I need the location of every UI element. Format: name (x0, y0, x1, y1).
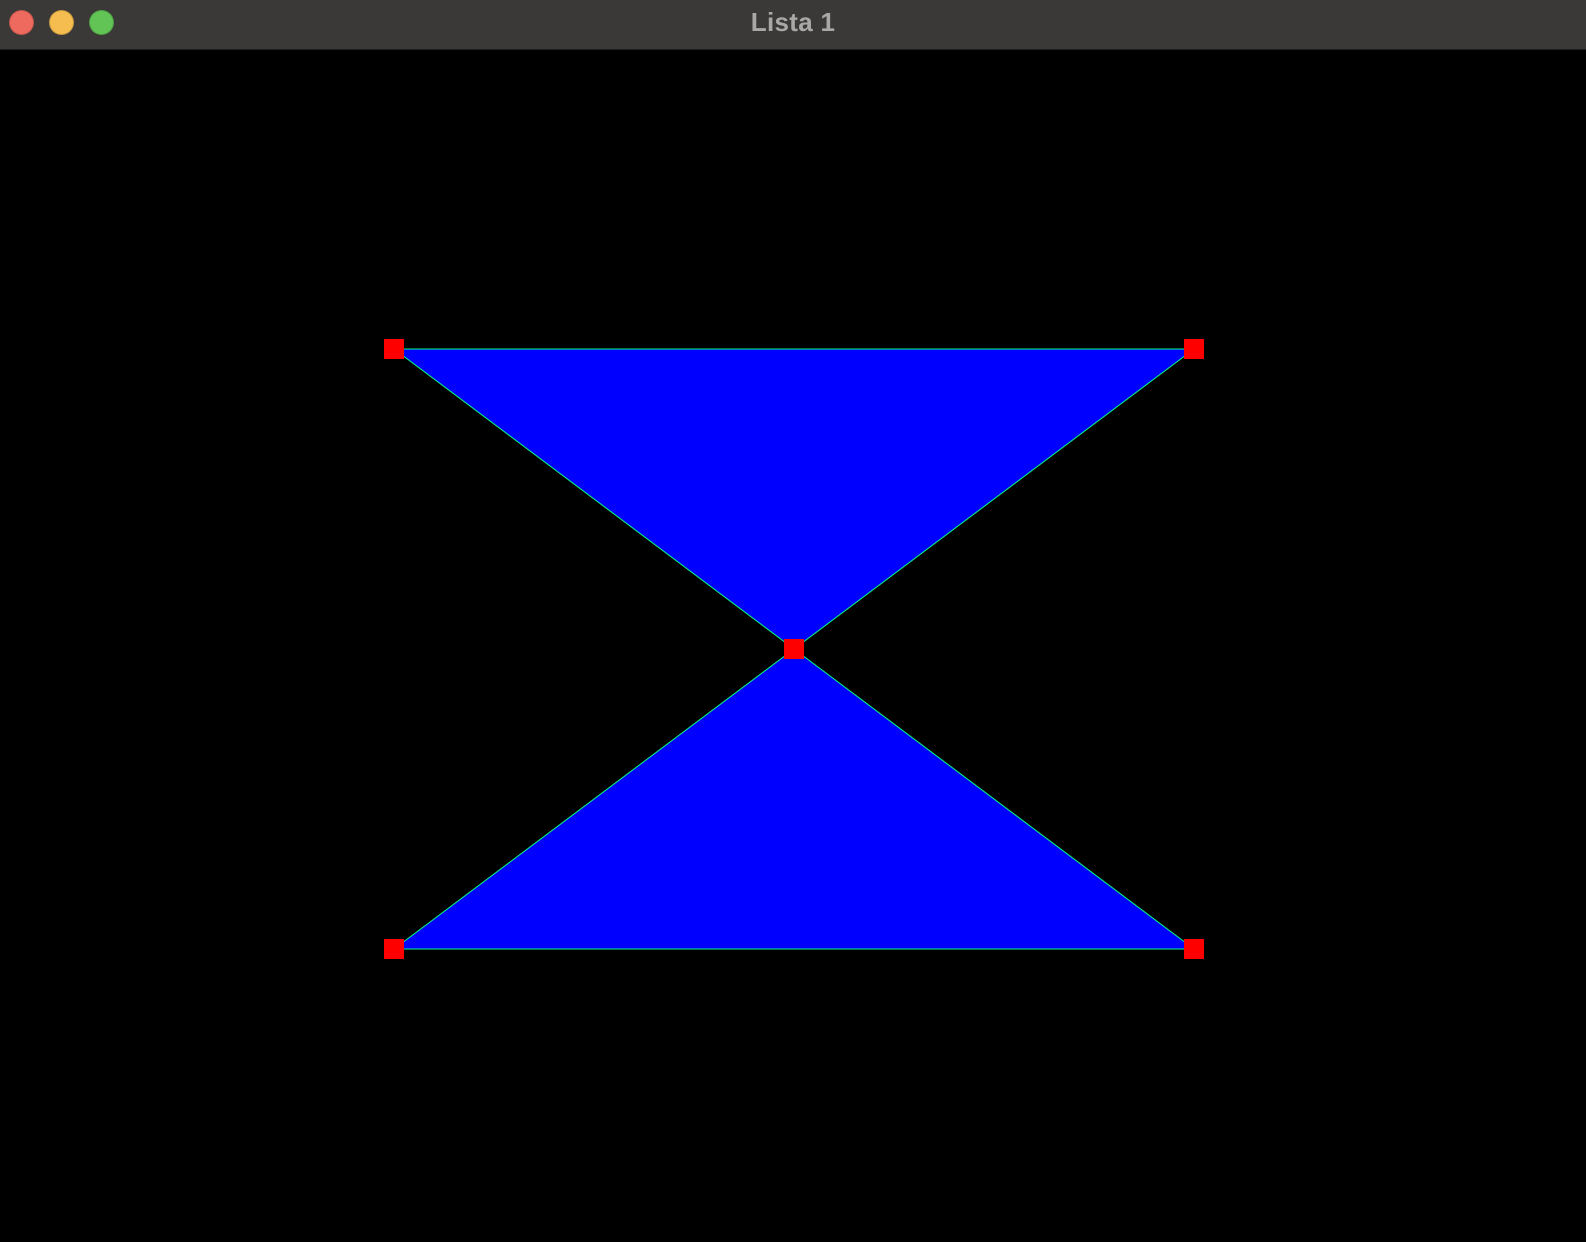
vertex-handle-top-right[interactable] (1184, 339, 1204, 359)
app-window: Lista 1 (0, 0, 1586, 1242)
drawing-svg[interactable] (0, 50, 1586, 1242)
vertex-handle-bottom-left[interactable] (384, 939, 404, 959)
lower-triangle (394, 649, 1194, 949)
vertex-handle-top-left[interactable] (384, 339, 404, 359)
title-bar[interactable]: Lista 1 (0, 0, 1586, 50)
vertex-handle-center[interactable] (784, 639, 804, 659)
vertex-handle-bottom-right[interactable] (1184, 939, 1204, 959)
window-title: Lista 1 (750, 7, 836, 37)
drawing-canvas[interactable] (0, 50, 1586, 1242)
upper-triangle (394, 349, 1194, 649)
